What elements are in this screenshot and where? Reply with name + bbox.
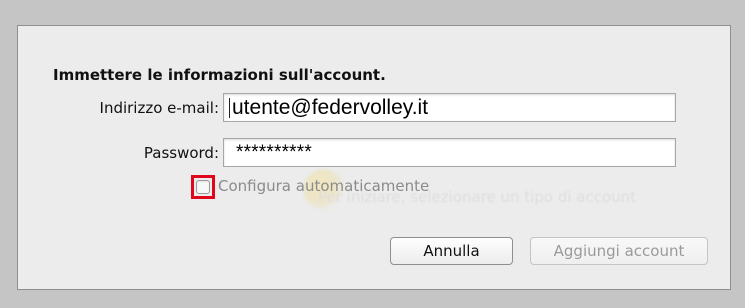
- add-account-button[interactable]: Aggiungi account: [530, 237, 708, 265]
- add-account-dialog: Per iniziare, selezionare un tipo di acc…: [17, 25, 731, 290]
- checkbox-highlight-box: [191, 175, 215, 199]
- cancel-button[interactable]: Annulla: [390, 237, 513, 265]
- email-field[interactable]: utente@federvolley.it: [223, 93, 676, 122]
- text-caret: [229, 98, 230, 118]
- email-label: Indirizzo e-mail:: [99, 99, 219, 117]
- email-value: utente@federvolley.it: [232, 96, 429, 119]
- dialog-heading: Immettere le informazioni sull'account.: [53, 66, 386, 84]
- password-value: **********: [236, 142, 312, 163]
- password-field[interactable]: **********: [223, 138, 676, 167]
- auto-config-label[interactable]: Configura automaticamente: [218, 177, 429, 195]
- auto-config-checkbox[interactable]: [196, 180, 210, 194]
- password-label: Password:: [143, 144, 219, 162]
